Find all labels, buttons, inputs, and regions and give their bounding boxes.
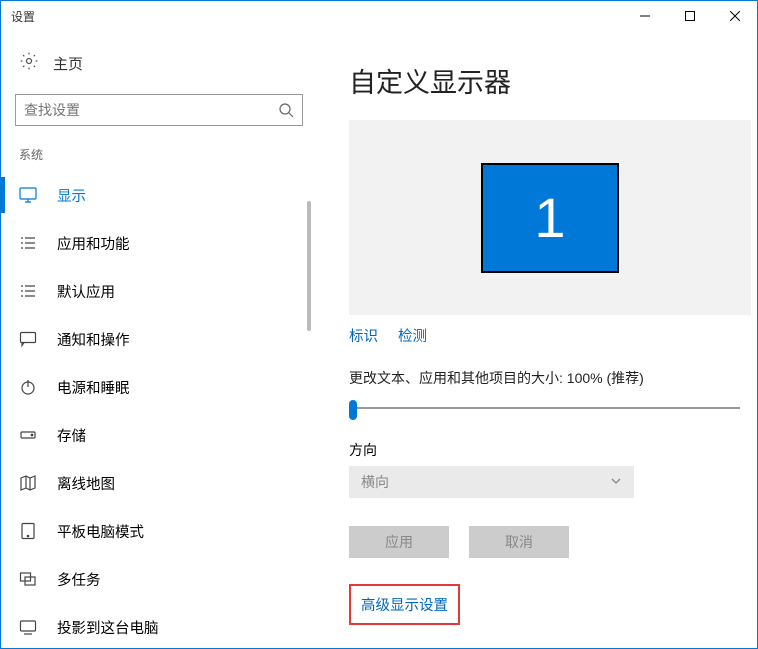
nav-label: 离线地图: [57, 473, 115, 494]
scrollbar-thumb[interactable]: [307, 201, 311, 331]
sidebar-item-tablet[interactable]: 平板电脑模式: [1, 507, 313, 555]
nav-label: 显示: [57, 185, 86, 206]
orientation-value: 横向: [361, 472, 389, 492]
sidebar: 主页 系统 显示: [1, 31, 313, 648]
defaults-icon: [19, 282, 37, 300]
cancel-button-label: 取消: [505, 532, 533, 552]
sidebar-item-storage[interactable]: 存储: [1, 411, 313, 459]
sidebar-scrollbar[interactable]: [305, 201, 313, 561]
multitask-icon: [19, 570, 37, 588]
nav-label: 多任务: [57, 569, 101, 590]
button-row: 应用 取消: [349, 526, 737, 558]
monitor-1[interactable]: 1: [481, 163, 619, 273]
section-label: 系统: [1, 146, 313, 171]
page-title: 自定义显示器: [349, 61, 737, 100]
search-input[interactable]: [24, 102, 278, 118]
orientation-select[interactable]: 横向: [349, 466, 634, 498]
identify-link[interactable]: 标识: [349, 325, 378, 346]
window-body: 主页 系统 显示: [1, 31, 757, 648]
monitor-links: 标识 检测: [349, 325, 737, 346]
gear-icon: [19, 51, 39, 76]
orientation-label: 方向: [349, 440, 737, 460]
sidebar-item-maps[interactable]: 离线地图: [1, 459, 313, 507]
search-wrap: [1, 94, 313, 146]
content-pane: 自定义显示器 1 标识 检测 更改文本、应用和其他项目的大小: 100% (推荐…: [313, 31, 757, 648]
settings-window: 设置 主页: [0, 0, 758, 649]
window-controls: [622, 1, 757, 31]
monitor-number: 1: [534, 185, 565, 250]
apply-button[interactable]: 应用: [349, 526, 449, 558]
window-title: 设置: [11, 8, 35, 25]
minimize-button[interactable]: [622, 1, 667, 31]
detect-link[interactable]: 检测: [398, 325, 427, 346]
nav-label: 平板电脑模式: [57, 521, 144, 542]
cancel-button[interactable]: 取消: [469, 526, 569, 558]
sidebar-item-apps[interactable]: 应用和功能: [1, 219, 313, 267]
titlebar[interactable]: 设置: [1, 1, 757, 31]
sidebar-item-default-apps[interactable]: 默认应用: [1, 267, 313, 315]
project-icon: [19, 618, 37, 636]
sidebar-item-project[interactable]: 投影到这台电脑: [1, 603, 313, 648]
sidebar-item-display[interactable]: 显示: [1, 171, 313, 219]
apply-button-label: 应用: [385, 532, 413, 552]
sidebar-item-multitask[interactable]: 多任务: [1, 555, 313, 603]
nav-label: 默认应用: [57, 281, 115, 302]
home-label: 主页: [53, 53, 83, 74]
power-icon: [19, 378, 37, 396]
search-icon: [278, 102, 294, 118]
sidebar-item-power[interactable]: 电源和睡眠: [1, 363, 313, 411]
nav-label: 投影到这台电脑: [57, 617, 159, 638]
nav-label: 电源和睡眠: [57, 377, 130, 398]
tablet-icon: [19, 522, 37, 540]
close-button[interactable]: [712, 1, 757, 31]
home-row[interactable]: 主页: [1, 51, 313, 94]
search-box[interactable]: [15, 94, 303, 126]
maximize-button[interactable]: [667, 1, 712, 31]
nav-list: 显示 应用和功能 默认应用: [1, 171, 313, 648]
storage-icon: [19, 426, 37, 444]
monitor-preview-area[interactable]: 1: [349, 120, 751, 315]
nav-label: 应用和功能: [57, 233, 130, 254]
nav-label: 存储: [57, 425, 86, 446]
scale-slider[interactable]: [349, 396, 744, 420]
chat-icon: [19, 330, 37, 348]
advanced-link-highlight: 高级显示设置: [349, 584, 460, 625]
slider-thumb[interactable]: [349, 400, 357, 420]
chevron-down-icon: [610, 474, 622, 490]
nav-label: 通知和操作: [57, 329, 130, 350]
map-icon: [19, 474, 37, 492]
slider-track: [353, 407, 740, 409]
sidebar-item-notifications[interactable]: 通知和操作: [1, 315, 313, 363]
monitor-icon: [19, 186, 37, 204]
advanced-display-link[interactable]: 高级显示设置: [361, 598, 448, 614]
scale-label: 更改文本、应用和其他项目的大小: 100% (推荐): [349, 368, 737, 388]
list-icon: [19, 234, 37, 252]
